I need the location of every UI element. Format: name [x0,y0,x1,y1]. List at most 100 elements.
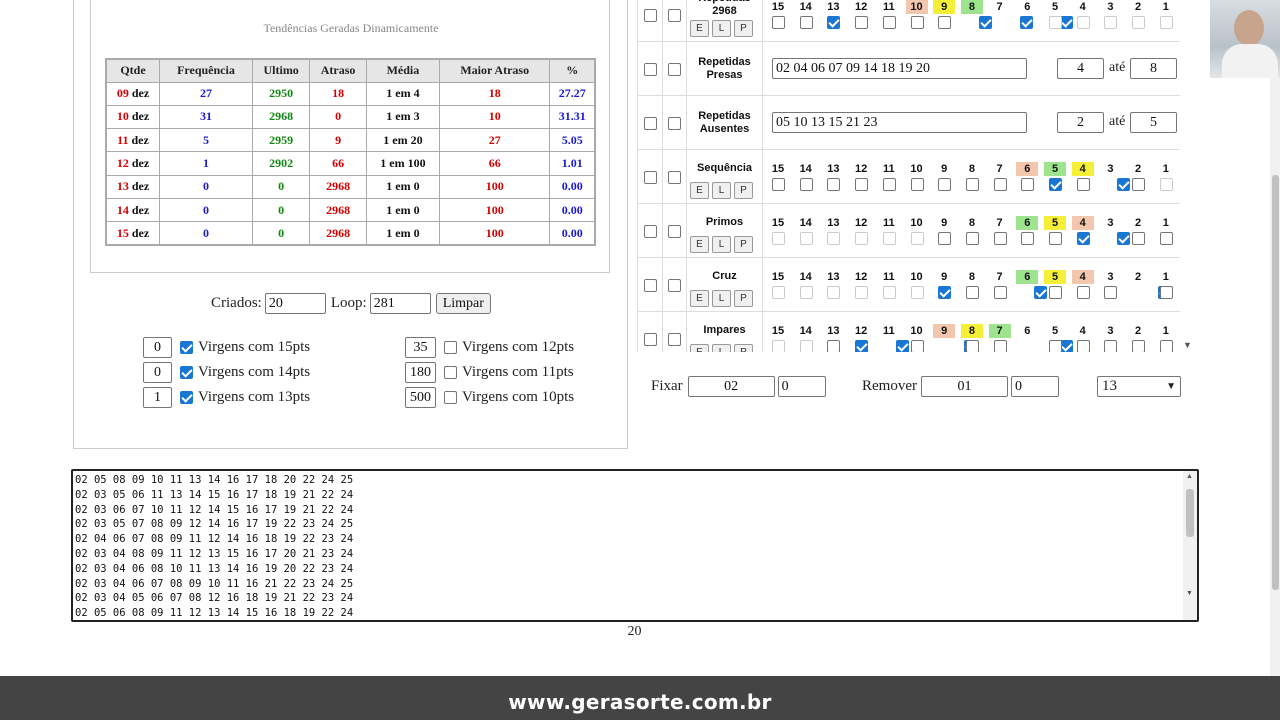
limpar-button[interactable]: Limpar [435,293,491,314]
rule-enable-checkbox[interactable] [644,117,657,130]
rule-number-checkbox[interactable] [1159,340,1173,352]
rule-number-checkbox[interactable] [965,286,979,299]
rule-number-checkbox[interactable] [910,16,924,29]
rule-number-checkbox[interactable] [827,178,841,191]
rule-number-checkbox[interactable] [1049,16,1062,29]
rule-l-button[interactable]: L [712,182,731,199]
rule-number-checkbox[interactable] [1076,16,1090,29]
criados-input[interactable] [264,293,326,314]
rule-number-checkbox[interactable] [1076,178,1090,191]
virgens-checkbox[interactable] [180,391,193,404]
rule-to-input[interactable] [1130,112,1177,133]
rule-number-checkbox[interactable] [772,232,785,245]
rule-number-checkbox[interactable] [1117,232,1131,245]
rule-e-button[interactable]: E [690,20,709,37]
rule-invert-checkbox[interactable] [668,63,681,76]
rule-number-checkbox[interactable] [938,286,952,299]
rule-number-checkbox[interactable] [799,286,813,299]
rule-invert-checkbox[interactable] [668,171,681,184]
rule-number-checkbox[interactable] [855,16,869,29]
rule-number-checkbox[interactable] [772,178,785,191]
fixar-input-1[interactable] [687,376,775,397]
rule-number-checkbox[interactable] [799,178,813,191]
rule-number-checkbox[interactable] [855,232,869,245]
rule-l-button[interactable]: L [712,236,731,253]
rule-number-checkbox[interactable] [993,178,1007,191]
rule-e-button[interactable]: E [690,290,709,307]
rule-p-button[interactable]: P [734,20,753,37]
rule-number-checkbox[interactable] [895,340,909,352]
rule-number-checkbox[interactable] [855,286,869,299]
rule-number-checkbox[interactable] [910,340,924,352]
rule-invert-checkbox[interactable] [668,333,681,346]
rule-number-checkbox[interactable] [1159,178,1173,191]
output-scrollbar[interactable]: ▲ ▼ [1183,471,1197,620]
rule-number-checkbox[interactable] [799,232,813,245]
rule-number-checkbox[interactable] [965,178,979,191]
page-scroll-thumb[interactable] [1272,175,1279,590]
rule-number-checkbox[interactable] [882,178,896,191]
rule-number-checkbox[interactable] [1159,232,1173,245]
rule-number-checkbox[interactable] [1076,232,1090,245]
rule-number-checkbox[interactable] [1104,16,1118,29]
rule-number-checkbox[interactable] [910,232,924,245]
rule-number-checkbox[interactable] [1132,178,1146,191]
virgens-checkbox[interactable] [444,391,457,404]
rule-enable-checkbox[interactable] [644,171,657,184]
rule-number-checkbox[interactable] [965,232,979,245]
rule-number-checkbox[interactable] [1049,340,1062,352]
rule-number-checkbox[interactable] [1049,232,1062,245]
rule-number-checkbox[interactable] [1049,286,1062,299]
output-textarea[interactable]: 02 05 08 09 10 11 13 14 16 17 18 20 22 2… [71,469,1199,622]
page-scrollbar[interactable] [1270,0,1280,676]
rule-number-checkbox[interactable] [1049,178,1062,191]
rule-number-checkbox[interactable] [1117,178,1131,191]
rule-number-checkbox[interactable] [1159,286,1173,299]
rule-invert-checkbox[interactable] [668,9,681,22]
rule-number-checkbox[interactable] [938,232,952,245]
rule-e-button[interactable]: E [690,344,709,352]
rule-enable-checkbox[interactable] [644,333,657,346]
rule-p-button[interactable]: P [734,236,753,253]
output-scroll-thumb[interactable] [1186,489,1194,537]
rule-number-checkbox[interactable] [1104,286,1118,299]
rule-number-checkbox[interactable] [799,340,813,352]
rules-scroll-down-icon[interactable]: ▼ [1183,340,1192,350]
rule-invert-checkbox[interactable] [668,117,681,130]
rule-l-button[interactable]: L [712,344,731,352]
rule-l-button[interactable]: L [712,290,731,307]
rule-number-checkbox[interactable] [938,178,952,191]
rule-number-checkbox[interactable] [1021,232,1035,245]
virgens-checkbox[interactable] [444,341,457,354]
rule-numbers-input[interactable] [772,112,1027,133]
virgens-count-input[interactable] [405,337,436,358]
rule-p-button[interactable]: P [734,182,753,199]
rule-enable-checkbox[interactable] [644,225,657,238]
virgens-count-input[interactable] [143,387,172,408]
rule-number-checkbox[interactable] [827,232,841,245]
rule-number-checkbox[interactable] [882,232,896,245]
rule-number-checkbox[interactable] [855,340,869,352]
rule-number-checkbox[interactable] [882,286,896,299]
virgens-count-input[interactable] [405,387,436,408]
fixar-input-2[interactable] [777,376,826,397]
rule-number-checkbox[interactable] [855,178,869,191]
loop-input[interactable] [369,293,431,314]
rule-number-checkbox[interactable] [1076,340,1090,352]
rule-number-checkbox[interactable] [799,16,813,29]
rule-number-checkbox[interactable] [993,340,1007,352]
rule-enable-checkbox[interactable] [644,279,657,292]
rule-e-button[interactable]: E [690,182,709,199]
rule-number-checkbox[interactable] [978,16,992,29]
virgens-checkbox[interactable] [180,366,193,379]
rule-number-checkbox[interactable] [1132,16,1146,29]
rule-p-button[interactable]: P [734,290,753,307]
rule-from-input[interactable] [1057,58,1104,79]
virgens-count-input[interactable] [143,337,172,358]
rule-number-checkbox[interactable] [1034,286,1048,299]
rule-invert-checkbox[interactable] [668,225,681,238]
rule-number-checkbox[interactable] [1060,340,1074,352]
quantity-select[interactable]: 13 ▼ [1097,376,1181,397]
virgens-count-input[interactable] [405,362,436,383]
remover-input-2[interactable] [1010,376,1059,397]
